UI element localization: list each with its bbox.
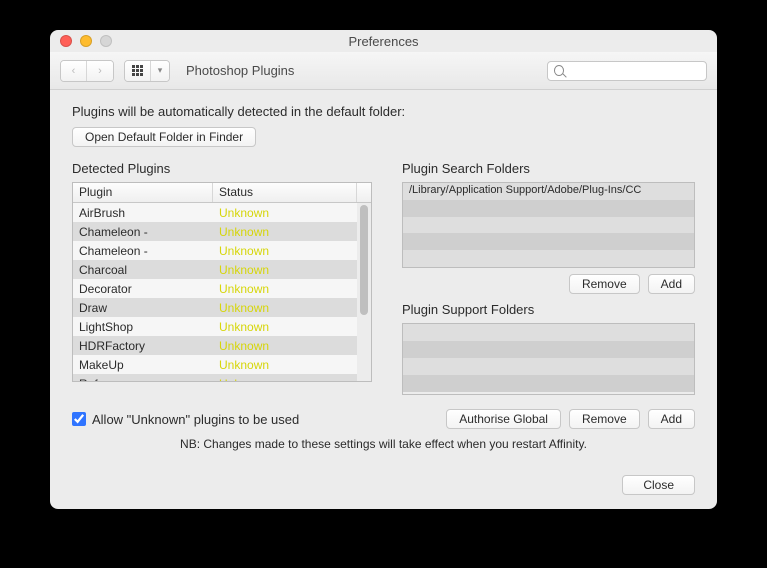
forward-button[interactable]: › — [87, 61, 113, 81]
nav-segment: ‹ › — [60, 60, 114, 82]
col-status[interactable]: Status — [213, 183, 357, 202]
support-folders-list[interactable] — [402, 323, 695, 395]
plugin-name: Chameleon - — [73, 225, 213, 239]
table-row[interactable]: AirBrushUnknown — [73, 203, 371, 222]
search-folders-list[interactable]: /Library/Application Support/Adobe/Plug-… — [402, 182, 695, 268]
table-row[interactable]: Chameleon -Unknown — [73, 241, 371, 260]
plugin-status: Unknown — [213, 244, 371, 258]
table-row[interactable]: HDRFactoryUnknown — [73, 336, 371, 355]
preferences-window: Preferences ‹ › ▾ Photoshop Plugins Plug… — [50, 30, 717, 509]
plugin-name: Draw — [73, 301, 213, 315]
search-remove-button[interactable]: Remove — [569, 274, 640, 294]
plugin-name: AirBrush — [73, 206, 213, 220]
table-row[interactable]: DecoratorUnknown — [73, 279, 371, 298]
allow-unknown-input[interactable] — [72, 412, 86, 426]
support-add-button[interactable]: Add — [648, 409, 695, 429]
restart-note: NB: Changes made to these settings will … — [72, 437, 695, 451]
grid-view-button[interactable] — [125, 61, 151, 81]
open-default-folder-button[interactable]: Open Default Folder in Finder — [72, 127, 256, 147]
search-field[interactable] — [547, 61, 707, 81]
plugin-name: Refocus — [73, 377, 213, 382]
plugin-status: Unknown — [213, 206, 371, 220]
section-title: Photoshop Plugins — [186, 63, 294, 78]
list-item[interactable] — [403, 217, 694, 234]
content: Plugins will be automatically detected i… — [50, 90, 717, 465]
back-button[interactable]: ‹ — [61, 61, 87, 81]
intro-text: Plugins will be automatically detected i… — [72, 104, 695, 119]
plugin-name: Chameleon - — [73, 244, 213, 258]
plugin-status: Unknown — [213, 263, 371, 277]
list-item[interactable] — [403, 233, 694, 250]
toolbar: ‹ › ▾ Photoshop Plugins — [50, 52, 717, 90]
table-row[interactable]: Chameleon -Unknown — [73, 222, 371, 241]
scrollbar-track[interactable] — [357, 203, 371, 381]
plugin-name: Charcoal — [73, 263, 213, 277]
window-title: Preferences — [50, 34, 717, 49]
authorise-global-button[interactable]: Authorise Global — [446, 409, 561, 429]
dropdown-button[interactable]: ▾ — [151, 61, 169, 81]
table-header: Plugin Status — [73, 183, 371, 203]
search-icon — [554, 65, 564, 76]
search-input[interactable] — [568, 64, 700, 78]
detected-plugins-title: Detected Plugins — [72, 161, 372, 176]
plugin-status: Unknown — [213, 377, 371, 382]
plugin-name: MakeUp — [73, 358, 213, 372]
search-add-button[interactable]: Add — [648, 274, 695, 294]
allow-unknown-label: Allow "Unknown" plugins to be used — [92, 412, 299, 427]
footer: Close — [50, 465, 717, 509]
list-item[interactable] — [403, 250, 694, 267]
plugin-status: Unknown — [213, 225, 371, 239]
plugin-status: Unknown — [213, 358, 371, 372]
allow-unknown-checkbox[interactable]: Allow "Unknown" plugins to be used — [72, 412, 299, 427]
titlebar: Preferences — [50, 30, 717, 52]
table-row[interactable]: RefocusUnknown — [73, 374, 371, 381]
table-row[interactable]: LightShopUnknown — [73, 317, 371, 336]
list-item[interactable] — [403, 200, 694, 217]
list-item[interactable]: /Library/Application Support/Adobe/Plug-… — [403, 183, 694, 200]
table-row[interactable]: DrawUnknown — [73, 298, 371, 317]
plugin-status: Unknown — [213, 301, 371, 315]
support-folders-title: Plugin Support Folders — [402, 302, 695, 317]
list-item[interactable] — [403, 341, 694, 358]
plugin-name: LightShop — [73, 320, 213, 334]
table-row[interactable]: MakeUpUnknown — [73, 355, 371, 374]
list-item[interactable] — [403, 358, 694, 375]
col-plugin[interactable]: Plugin — [73, 183, 213, 202]
detected-plugins-table: Plugin Status AirBrushUnknownChameleon -… — [72, 182, 372, 382]
plugin-status: Unknown — [213, 282, 371, 296]
plugin-status: Unknown — [213, 339, 371, 353]
table-row[interactable]: CharcoalUnknown — [73, 260, 371, 279]
view-segment: ▾ — [124, 60, 170, 82]
search-folders-title: Plugin Search Folders — [402, 161, 695, 176]
col-spacer — [357, 183, 371, 202]
scrollbar-thumb[interactable] — [360, 205, 368, 315]
list-item[interactable] — [403, 324, 694, 341]
table-body: AirBrushUnknownChameleon -UnknownChamele… — [73, 203, 371, 381]
grid-icon — [132, 65, 143, 76]
plugin-name: Decorator — [73, 282, 213, 296]
plugin-name: HDRFactory — [73, 339, 213, 353]
list-item[interactable] — [403, 375, 694, 392]
close-button[interactable]: Close — [622, 475, 695, 495]
plugin-status: Unknown — [213, 320, 371, 334]
support-remove-button[interactable]: Remove — [569, 409, 640, 429]
